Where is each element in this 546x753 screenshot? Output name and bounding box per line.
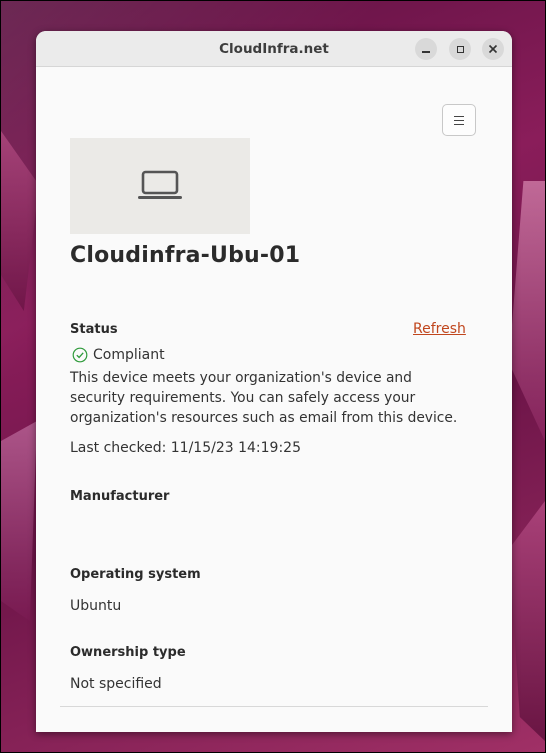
divider: [60, 706, 488, 707]
last-checked: Last checked: 11/15/23 14:19:25: [70, 440, 301, 456]
title-bar[interactable]: CloudInfra.net: [36, 31, 512, 67]
maximize-button[interactable]: [449, 38, 471, 60]
close-icon: [488, 44, 498, 54]
status-label: Status: [70, 322, 118, 337]
close-button[interactable]: [482, 38, 504, 60]
device-thumbnail: [70, 138, 250, 234]
app-window: CloudInfra.net Cloudinfra-Ubu-01 Status …: [36, 31, 512, 732]
wallpaper-shape: [509, 501, 545, 741]
ownership-label: Ownership type: [70, 645, 186, 660]
ownership-value: Not specified: [70, 676, 162, 692]
menu-button[interactable]: [442, 104, 476, 136]
minimize-button[interactable]: [415, 38, 437, 60]
os-label: Operating system: [70, 567, 201, 582]
minimize-icon: [422, 51, 430, 53]
laptop-icon: [138, 170, 182, 199]
hamburger-icon: [454, 115, 464, 125]
wallpaper-shape: [1, 131, 39, 311]
device-name: Cloudinfra-Ubu-01: [70, 243, 301, 268]
window-title: CloudInfra.net: [219, 41, 329, 57]
wallpaper-shape: [1, 421, 37, 621]
status-value: Compliant: [93, 347, 165, 363]
maximize-icon: [456, 45, 464, 53]
check-circle-icon: [72, 347, 88, 363]
status-description: This device meets your organization's de…: [70, 370, 458, 426]
compliance-status: Compliant: [72, 347, 165, 363]
refresh-link[interactable]: Refresh: [413, 321, 466, 337]
os-value: Ubuntu: [70, 598, 122, 614]
wallpaper-shape: [509, 181, 545, 441]
manufacturer-label: Manufacturer: [70, 489, 170, 504]
